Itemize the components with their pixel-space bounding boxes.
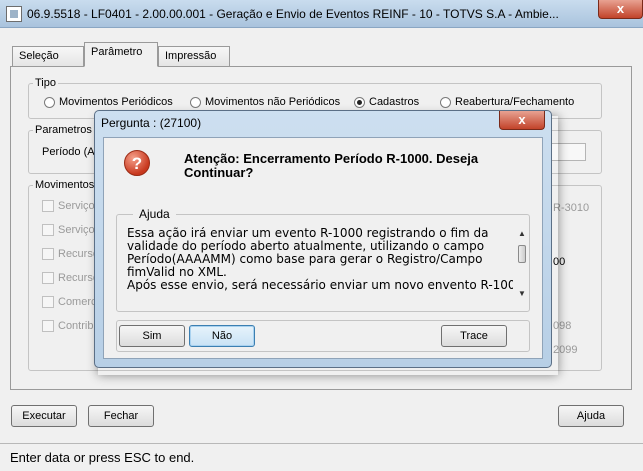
nao-button[interactable]: Não (189, 325, 255, 347)
dialog-question-line-2: Continuar? (184, 165, 254, 180)
dialog-title: Pergunta : (27100) (101, 116, 202, 130)
checkbox-contrib[interactable] (42, 320, 54, 332)
help-scrollbar[interactable]: ▲ ▼ (515, 229, 529, 301)
scroll-thumb[interactable] (518, 245, 526, 263)
dialog-button-bar: Sim Não Trace (116, 320, 530, 352)
tab-selecao[interactable]: Seleção (12, 46, 84, 67)
ajuda-button[interactable]: Ajuda (558, 405, 624, 427)
executar-button[interactable]: Executar (11, 405, 77, 427)
checkbox-servico-1-label: Serviço (58, 200, 95, 212)
window-close-button[interactable]: x (598, 0, 643, 19)
movimentos-label: Movimentos (33, 179, 97, 191)
radio-cadastros[interactable] (354, 97, 365, 108)
trace-button[interactable]: Trace (441, 325, 507, 347)
window-titlebar: 06.9.5518 - LF0401 - 2.00.00.001 - Geraç… (0, 0, 643, 28)
question-icon: ? (124, 150, 150, 176)
checkbox-servico-2-label: Serviço (58, 224, 95, 236)
tab-impressao[interactable]: Impressão (158, 46, 230, 67)
checkbox-servico-2[interactable] (42, 224, 54, 236)
tab-parametro[interactable]: Parâmetro (84, 42, 158, 67)
checkbox-recurso-1-label: Recurso (58, 248, 99, 260)
radio-cadastros-label: Cadastros (369, 96, 420, 108)
fechar-button[interactable]: Fechar (88, 405, 154, 427)
dialog-question-line-1: Atenção: Encerramento Período R-1000. De… (184, 151, 479, 166)
dialog-close-button[interactable]: x (499, 111, 545, 130)
help-text[interactable]: Essa ação irá enviar um evento R-1000 re… (127, 227, 513, 301)
dialog-question: Atenção: Encerramento Período R-1000. De… (184, 152, 524, 180)
radio-movimentos-nao-periodicos[interactable] (190, 97, 201, 108)
checkbox-recurso-1[interactable] (42, 248, 54, 260)
checkbox-contrib-label: Contrib (58, 320, 94, 332)
scroll-up-icon[interactable]: ▲ (518, 229, 526, 238)
radio-movimentos-periodicos-label: Movimentos Periódicos (59, 96, 173, 108)
radio-movimentos-periodicos[interactable] (44, 97, 55, 108)
status-bar: Enter data or press ESC to end. (0, 443, 643, 471)
sim-button[interactable]: Sim (119, 325, 185, 347)
periodo-label: Período (A (42, 146, 95, 158)
help-line: Após esse envio, será necessário enviar … (127, 278, 513, 292)
dialog-body: ? Atenção: Encerramento Período R-1000. … (103, 137, 543, 359)
radio-movimentos-nao-periodicos-label: Movimentos não Periódicos (205, 96, 341, 108)
checkbox-servico-1[interactable] (42, 200, 54, 212)
tipo-label: Tipo (33, 77, 58, 89)
radio-reabertura-fechamento-label: Reabertura/Fechamento (455, 96, 575, 108)
checkbox-recurso-2[interactable] (42, 272, 54, 284)
pergunta-dialog: Pergunta : (27100) x ? Atenção: Encerram… (94, 110, 552, 368)
help-group: Ajuda Essa ação irá enviar um evento R-1… (116, 207, 530, 312)
checkbox-comercio-label: Comerci (58, 296, 99, 308)
checkbox-comercio[interactable] (42, 296, 54, 308)
movimento-r3010-label: R-3010 (553, 202, 590, 214)
parametros-label: Parametros (33, 124, 94, 136)
scroll-down-icon[interactable]: ▼ (518, 289, 526, 298)
radio-reabertura-fechamento[interactable] (440, 97, 451, 108)
window-title: 06.9.5518 - LF0401 - 2.00.00.001 - Geraç… (27, 7, 559, 21)
checkbox-recurso-2-label: Recurso (58, 272, 99, 284)
app-icon (6, 6, 22, 22)
help-label: Ajuda (133, 207, 176, 221)
